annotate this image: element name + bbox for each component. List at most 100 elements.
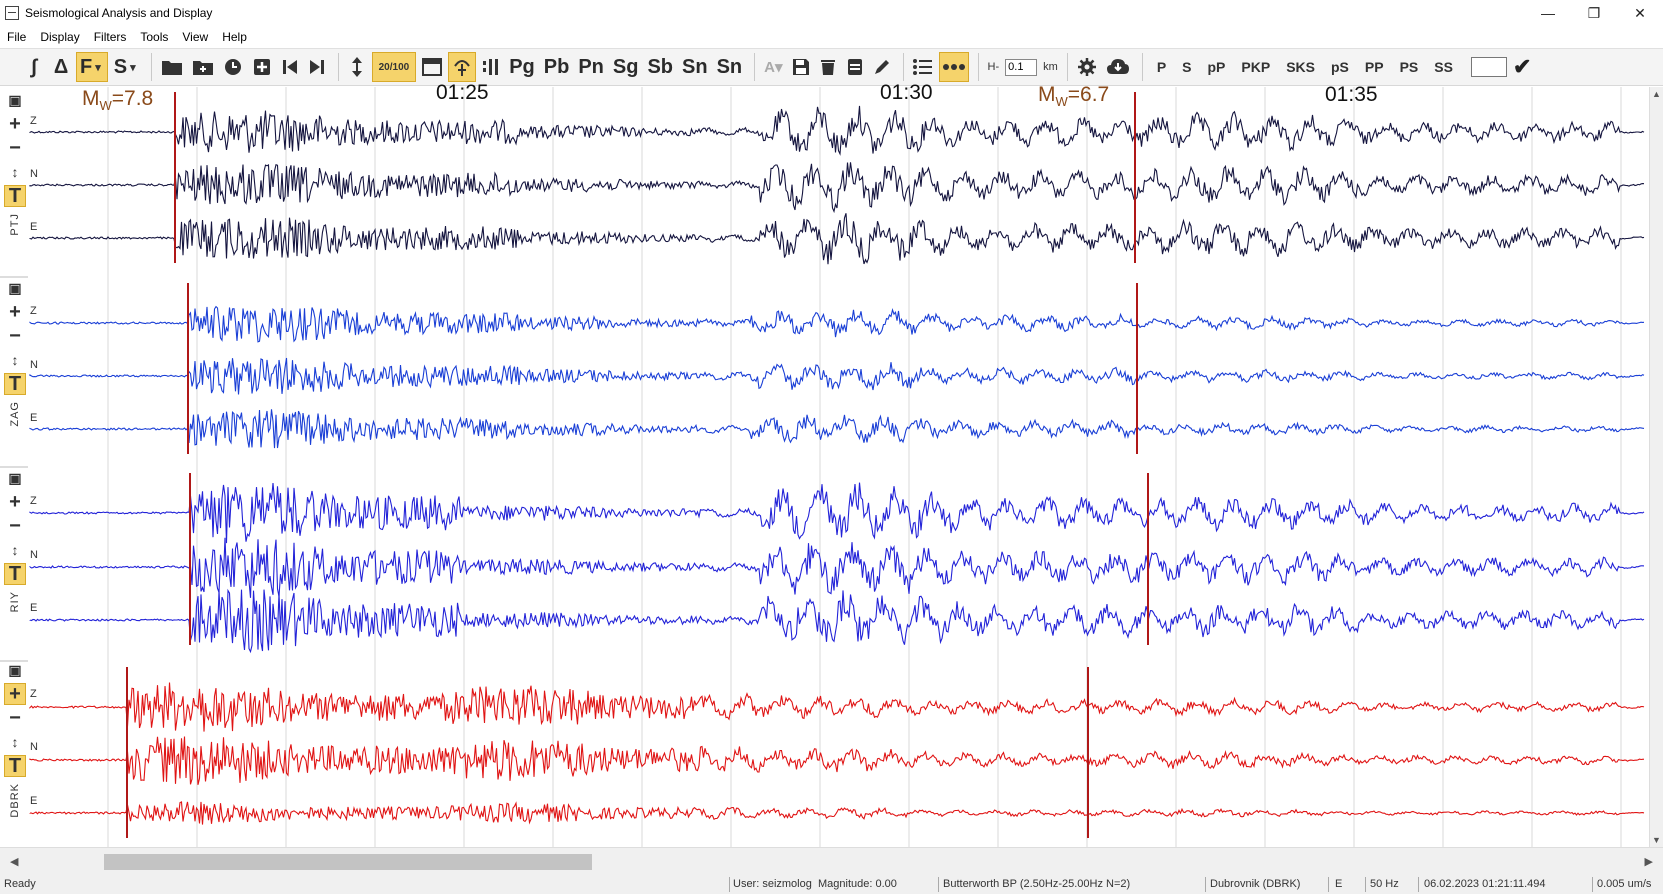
seismogram-trace-ptj-e (29, 213, 1645, 265)
component-label-n: N (30, 168, 38, 180)
vertical-scale-icon[interactable] (345, 52, 369, 82)
zoom-out-minus-icon[interactable]: − (4, 707, 26, 729)
pick-arrival-icon[interactable] (448, 52, 477, 82)
phase-sn-button[interactable]: Sn (679, 52, 711, 82)
phase-pn-button[interactable]: Pn (575, 52, 607, 82)
component-label-e: E (30, 412, 38, 424)
delete-icon[interactable] (816, 52, 840, 82)
add-folder-icon[interactable] (189, 52, 217, 82)
phase-sb-button[interactable]: Sb (644, 52, 676, 82)
phase-input-box[interactable] (1470, 57, 1507, 77)
zoom-in-plus-icon[interactable]: + (4, 113, 26, 135)
toggle-t-icon[interactable]: T (4, 373, 26, 395)
phase-pkp-button[interactable]: PKP (1241, 59, 1270, 75)
station-expand-icon[interactable]: ▣ (4, 277, 26, 299)
seismogram-trace-zag-z (29, 305, 1645, 343)
seismogram-trace-ptj-n (29, 162, 1645, 214)
vertical-scale-icon[interactable]: ↕ (4, 731, 26, 753)
menu-filters[interactable]: Filters (87, 30, 134, 44)
depth-input[interactable]: 0.1 (1005, 58, 1038, 76)
zoom-20-100-button[interactable]: 20/100 (371, 52, 417, 82)
seismogram-canvas (0, 87, 1645, 847)
save-icon[interactable] (789, 52, 813, 82)
integrate-button[interactable]: ∫ (22, 52, 46, 82)
clock-icon[interactable] (220, 52, 246, 82)
phase-pp-button[interactable]: pP (1208, 59, 1226, 75)
event-mw78-value: =7.8 (111, 87, 154, 110)
seismogram-trace-dbrk-n (29, 736, 1645, 785)
scroll-right-icon[interactable]: ▶ (1645, 855, 1653, 868)
close-button[interactable]: ✕ (1617, 0, 1663, 26)
open-folder-icon[interactable] (158, 52, 186, 82)
station-expand-icon[interactable]: ▣ (4, 89, 26, 111)
scroll-left-icon[interactable]: ◀ (10, 855, 18, 868)
skip-forward-icon[interactable] (305, 52, 329, 82)
zoom-out-minus-icon[interactable]: − (4, 515, 26, 537)
menu-view[interactable]: View (175, 30, 215, 44)
seismogram-plot[interactable]: 01:25 01:30 01:35 MW=7.8 MW=6.7 ▣ + − ↕ … (0, 81, 1663, 847)
station-controls-riy: ▣ + − ↕ T RIY (3, 467, 27, 612)
settings-gear-icon[interactable] (1074, 52, 1100, 82)
zoom-in-plus-icon[interactable]: + (4, 491, 26, 513)
cloud-download-icon[interactable] (1103, 52, 1133, 82)
time-label-0135: 01:35 (1325, 83, 1378, 106)
confirm-check-icon[interactable]: ✔ (1513, 54, 1531, 80)
station-expand-icon[interactable]: ▣ (4, 659, 26, 681)
spectrum-button[interactable]: S ▾ (111, 52, 142, 82)
status-datetime: 06.02.2023 01:21:11.494 (1424, 878, 1546, 890)
add-trace-icon[interactable] (249, 52, 275, 82)
seismogram-trace-dbrk-z (29, 682, 1645, 732)
phase-pb-button[interactable]: Pb (541, 52, 573, 82)
phase-sg-button[interactable]: Sg (610, 52, 642, 82)
zoom-in-plus-icon[interactable]: + (4, 301, 26, 323)
toggle-t-icon[interactable]: T (4, 185, 26, 207)
list-icon[interactable] (910, 52, 936, 82)
menu-help[interactable]: Help (215, 30, 254, 44)
phase-sn2-button[interactable]: Sn (714, 52, 746, 82)
skip-back-icon[interactable] (278, 52, 302, 82)
vertical-scale-icon[interactable]: ↕ (4, 161, 26, 183)
scrollbar-thumb[interactable] (104, 854, 592, 870)
filter-button[interactable]: F ▾ (76, 52, 108, 82)
component-label-n: N (30, 741, 38, 753)
minimize-button[interactable]: — (1525, 0, 1571, 26)
toggle-t-icon[interactable]: T (4, 563, 26, 585)
status-divider (938, 877, 939, 892)
horizontal-scrollbar[interactable]: ◀ ▶ (0, 847, 1663, 875)
scroll-down-icon[interactable]: ▼ (1652, 835, 1661, 845)
window-icon[interactable] (419, 52, 445, 82)
phase-p-button[interactable]: P (1157, 59, 1166, 75)
bars-icon[interactable] (479, 52, 503, 82)
status-user: User: seizmolog (733, 878, 812, 890)
menu-tools[interactable]: Tools (133, 30, 175, 44)
event-mw67-prefix: M (1038, 83, 1056, 106)
vertical-scale-icon[interactable]: ↕ (4, 539, 26, 561)
seismogram-trace-riy-n (29, 537, 1645, 598)
phase-s-button[interactable]: S (1182, 59, 1191, 75)
phase-ps-lower-button[interactable]: pS (1331, 59, 1349, 75)
pen-icon[interactable] (870, 52, 894, 82)
menu-display[interactable]: Display (33, 30, 86, 44)
differentiate-button[interactable]: Δ (49, 52, 73, 82)
phase-sks-button[interactable]: SKS (1286, 59, 1315, 75)
phase-ss-button[interactable]: SS (1434, 59, 1453, 75)
phase-pg-button[interactable]: Pg (506, 52, 538, 82)
toggle-t-icon[interactable]: T (4, 755, 26, 777)
vertical-scale-icon[interactable]: ↕ (4, 349, 26, 371)
zoom-out-minus-icon[interactable]: − (4, 325, 26, 347)
status-divider (1592, 877, 1593, 892)
restore-button[interactable]: ❐ (1571, 0, 1617, 26)
phase-ps-upper-button[interactable]: PS (1400, 59, 1419, 75)
scroll-up-icon[interactable]: ▲ (1652, 89, 1661, 99)
zoom-out-minus-icon[interactable]: − (4, 137, 26, 159)
amplitude-tool-icon[interactable]: A▾ (761, 52, 785, 82)
station-expand-icon[interactable]: ▣ (4, 467, 26, 489)
menu-file[interactable]: File (0, 30, 33, 44)
document-icon[interactable] (843, 52, 867, 82)
toolbar-separator (754, 53, 756, 81)
phase-pp-upper-button[interactable]: PP (1365, 59, 1384, 75)
zoom-in-plus-icon[interactable]: + (4, 683, 26, 705)
vertical-scrollbar[interactable]: ▲ ▼ (1649, 87, 1663, 847)
more-options-icon[interactable] (938, 52, 969, 82)
component-label-n: N (30, 359, 38, 371)
